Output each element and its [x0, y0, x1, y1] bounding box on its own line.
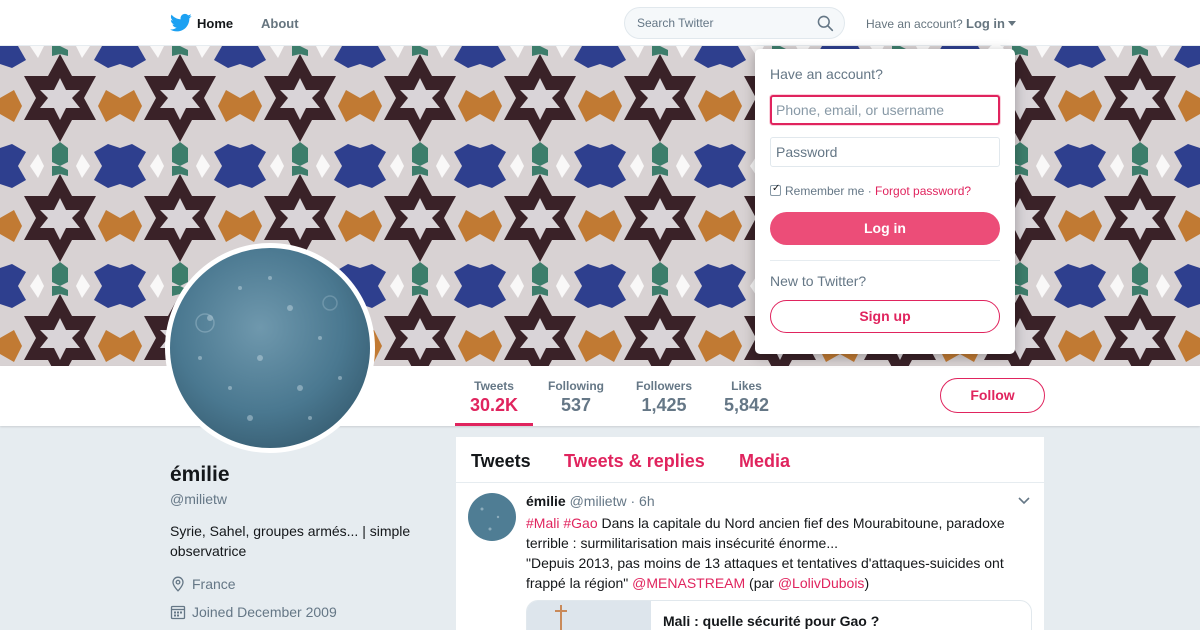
- tweet-avatar-image: [468, 493, 516, 541]
- nav-home-link[interactable]: Home: [197, 16, 233, 31]
- login-button[interactable]: Log in: [770, 212, 1000, 245]
- chevron-down-icon[interactable]: [1018, 497, 1030, 505]
- mention-link[interactable]: @MENASTREAM: [632, 575, 745, 591]
- tweet-text: #Mali #Gao Dans la capitale du Nord anci…: [526, 513, 1036, 593]
- stat-following-label: Following: [548, 379, 604, 393]
- password-placeholder: Password: [776, 144, 838, 160]
- active-stat-underline: [455, 423, 533, 426]
- card-title: Mali : quelle sécurité pour Gao ?: [663, 613, 880, 629]
- login-toggle-label[interactable]: Log in: [966, 16, 1005, 31]
- location-icon: [172, 576, 184, 592]
- profile-joined-text: Joined December 2009: [192, 604, 337, 620]
- tweet-header: émilie @milietw · 6h: [526, 493, 655, 509]
- hashtag-link[interactable]: #Gao: [563, 515, 597, 531]
- forgot-password-link[interactable]: Forgot password?: [875, 184, 971, 198]
- calendar-icon: [170, 605, 186, 620]
- password-field[interactable]: Password: [770, 137, 1000, 167]
- nav-about-link[interactable]: About: [261, 16, 299, 31]
- tweet-text-close: ): [864, 575, 870, 591]
- stat-followers-label: Followers: [636, 379, 693, 393]
- tab-tweets[interactable]: Tweets: [471, 451, 531, 472]
- stat-followers-value: 1,425: [641, 395, 687, 415]
- have-account-text: Have an account?: [866, 17, 963, 31]
- follow-button[interactable]: Follow: [940, 378, 1045, 413]
- login-dropdown: Have an account? Phone, email, or userna…: [755, 49, 1015, 354]
- login-dropdown-toggle[interactable]: Log in: [966, 16, 1016, 31]
- search-icon[interactable]: [817, 15, 834, 32]
- search-input[interactable]: Search Twitter: [624, 7, 845, 39]
- mention-link[interactable]: @LolivDubois: [778, 575, 865, 591]
- card-image: [527, 601, 651, 630]
- profile-joined: Joined December 2009: [170, 604, 337, 620]
- tweet-author-name[interactable]: émilie: [526, 493, 566, 509]
- dropdown-title: Have an account?: [770, 66, 883, 82]
- remember-label[interactable]: Remember me: [785, 184, 864, 198]
- stat-following[interactable]: Following 537: [548, 379, 604, 416]
- tweet-avatar[interactable]: [468, 493, 516, 541]
- twitter-bird-icon[interactable]: [170, 13, 192, 33]
- tweet-text-par: (par: [745, 575, 778, 591]
- stat-likes[interactable]: Likes 5,842: [724, 379, 769, 416]
- remember-checkbox[interactable]: [770, 183, 781, 196]
- stat-tweets[interactable]: Tweets 30.2K: [470, 379, 518, 416]
- profile-location: France: [170, 576, 236, 592]
- username-field[interactable]: Phone, email, or username: [770, 95, 1000, 125]
- caret-down-icon[interactable]: [1008, 21, 1016, 26]
- tab-media[interactable]: Media: [739, 451, 790, 472]
- signup-button[interactable]: Sign up: [770, 300, 1000, 333]
- stat-likes-value: 5,842: [724, 395, 770, 415]
- new-to-twitter-text: New to Twitter?: [770, 273, 867, 289]
- profile-bio: Syrie, Sahel, groupes armés... | simple …: [170, 523, 411, 559]
- hashtag-link[interactable]: #Mali: [526, 515, 559, 531]
- top-navigation: Home About Search Twitter Have an accoun…: [0, 0, 1200, 46]
- timeline-tabs: Tweets Tweets & replies Media: [456, 437, 1044, 483]
- stat-likes-label: Likes: [731, 379, 762, 393]
- card-image-art: [527, 601, 651, 630]
- profile-handle[interactable]: @milietw: [170, 491, 227, 507]
- tweet-author-handle[interactable]: @milietw: [570, 493, 627, 509]
- tweet-text-line1: Dans la capitale du Nord ancien fief des…: [526, 515, 1005, 551]
- remember-row: Remember me · Forgot password?: [770, 183, 971, 198]
- avatar: [170, 248, 370, 448]
- tweet-link-card[interactable]: Mali : quelle sécurité pour Gao ?: [526, 600, 1032, 630]
- profile-avatar[interactable]: [165, 243, 375, 453]
- stat-followers[interactable]: Followers 1,425: [636, 379, 692, 416]
- stat-tweets-label: Tweets: [474, 379, 514, 393]
- avatar-image: [170, 248, 370, 448]
- search-placeholder: Search Twitter: [637, 16, 714, 30]
- profile-location-text: France: [192, 576, 236, 592]
- username-placeholder: Phone, email, or username: [776, 102, 945, 118]
- stat-following-value: 537: [560, 395, 592, 415]
- tweet-timestamp[interactable]: · 6h: [630, 493, 654, 509]
- tab-tweets-replies[interactable]: Tweets & replies: [564, 451, 705, 472]
- stat-tweets-value: 30.2K: [470, 395, 519, 415]
- profile-name[interactable]: émilie: [170, 463, 230, 487]
- dropdown-divider: [770, 260, 1000, 261]
- separator-dot: ·: [864, 184, 876, 198]
